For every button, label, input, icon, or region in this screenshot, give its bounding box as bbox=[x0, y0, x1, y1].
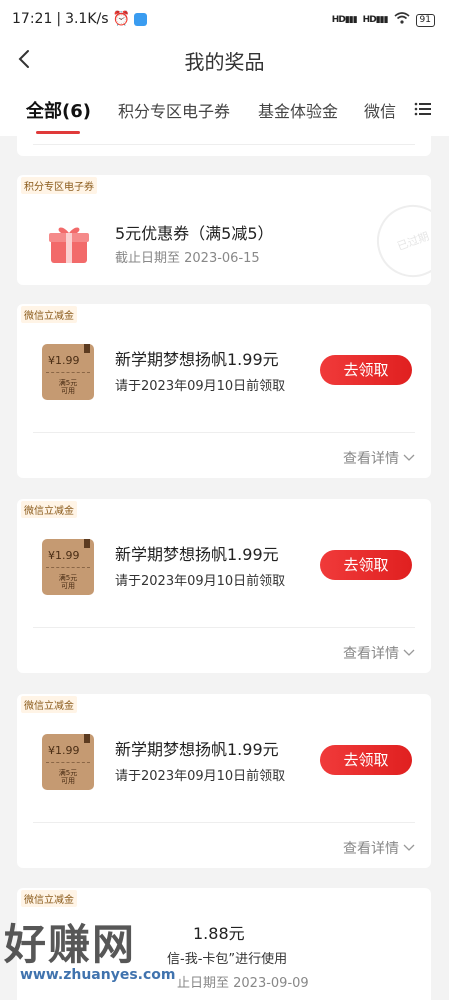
prize-card: 微信立减金 ¥1.99 满5元 可用 新学期梦想扬帆1.99元 请于2023年0… bbox=[17, 304, 431, 478]
signal-icon-2: HD▮▮▮ bbox=[362, 15, 389, 25]
app-notification-icon bbox=[133, 12, 147, 26]
gift-icon bbox=[47, 221, 91, 269]
coupon-amount: ¥1.99 bbox=[48, 354, 80, 367]
coupon-thumbnail: ¥1.99 满5元 可用 bbox=[42, 734, 94, 790]
alarm-icon: ⏰ bbox=[112, 11, 130, 27]
status-left: 17:21 | 3.1K/s ⏰ bbox=[12, 11, 147, 27]
prize-title: 5元优惠券（满5减5） bbox=[115, 224, 274, 243]
expired-stamp: 已过期 bbox=[366, 194, 431, 285]
view-details-link[interactable]: 查看详情 bbox=[343, 838, 415, 858]
status-bar: 17:21 | 3.1K/s ⏰ HD▮▮▮ HD▮▮▮ 91 bbox=[0, 0, 449, 40]
chevron-down-icon bbox=[403, 450, 415, 466]
prize-card: 微信立减金 ¥1.99 满5元 可用 新学期梦想扬帆1.99元 请于2023年0… bbox=[17, 499, 431, 673]
prize-title: 新学期梦想扬帆1.99元 bbox=[115, 545, 279, 564]
view-details-link[interactable]: 查看详情 bbox=[343, 643, 415, 663]
tab-points-coupons[interactable]: 积分专区电子券 bbox=[118, 98, 230, 122]
coupon-thumbnail: ¥1.99 满5元 可用 bbox=[42, 539, 94, 595]
tab-all[interactable]: 全部(6) bbox=[26, 97, 91, 123]
prize-deadline: 请于2023年09月10日前领取 bbox=[115, 769, 286, 784]
prize-deadline: 请于2023年09月10日前领取 bbox=[115, 574, 286, 589]
coupon-amount: ¥1.99 bbox=[48, 744, 80, 757]
prize-card-partial bbox=[17, 136, 431, 156]
category-label: 微信立减金 bbox=[21, 306, 77, 323]
wifi-icon bbox=[394, 12, 410, 28]
menu-icon[interactable] bbox=[414, 100, 432, 118]
claim-button[interactable]: 去领取 bbox=[320, 745, 412, 775]
category-label: 微信立减金 bbox=[21, 890, 77, 907]
prize-title: 新学期梦想扬帆1.99元 bbox=[115, 350, 279, 369]
view-details-link[interactable]: 查看详情 bbox=[343, 448, 415, 468]
prize-card[interactable]: 积分专区电子券 5元优惠券（满5减5） 截止日期至 2023-06-15 已过期 bbox=[17, 175, 431, 285]
prize-title: 1.88元 bbox=[193, 924, 245, 943]
prize-title: 新学期梦想扬帆1.99元 bbox=[115, 740, 279, 759]
prize-deadline: 请于2023年09月10日前领取 bbox=[115, 379, 286, 394]
claim-button[interactable]: 去领取 bbox=[320, 550, 412, 580]
chevron-down-icon bbox=[403, 840, 415, 856]
tab-underline bbox=[36, 131, 80, 134]
tab-wechat[interactable]: 微信 bbox=[364, 98, 396, 122]
prize-deadline: 止日期至 2023-09-09 bbox=[177, 976, 309, 991]
prize-deadline: 截止日期至 2023-06-15 bbox=[115, 251, 260, 266]
coupon-amount: ¥1.99 bbox=[48, 549, 80, 562]
header: 我的奖品 bbox=[0, 40, 449, 82]
battery-icon: 91 bbox=[415, 13, 435, 27]
claim-button[interactable]: 去领取 bbox=[320, 355, 412, 385]
signal-icon: HD▮▮▮ bbox=[331, 15, 358, 25]
chevron-down-icon bbox=[403, 645, 415, 661]
category-label: 微信立减金 bbox=[21, 696, 77, 713]
prize-usage-hint: 信-我-卡包”进行使用 bbox=[167, 952, 288, 967]
coupon-condition: 满5元 可用 bbox=[58, 379, 78, 395]
clock: 17:21 bbox=[12, 11, 53, 27]
category-label: 积分专区电子券 bbox=[21, 177, 97, 194]
prize-card: 微信立减金 1.88元 信-我-卡包”进行使用 止日期至 2023-09-09 bbox=[17, 888, 431, 1000]
network-speed: 3.1K/s bbox=[65, 11, 109, 27]
coupon-thumbnail: ¥1.99 满5元 可用 bbox=[42, 344, 94, 400]
coupon-condition: 满5元 可用 bbox=[58, 769, 78, 785]
page-title: 我的奖品 bbox=[184, 50, 265, 74]
category-label: 微信立减金 bbox=[21, 501, 77, 518]
tab-fund-trial[interactable]: 基金体验金 bbox=[258, 98, 338, 122]
prize-card: 微信立减金 ¥1.99 满5元 可用 新学期梦想扬帆1.99元 请于2023年0… bbox=[17, 694, 431, 868]
coupon-condition: 满5元 可用 bbox=[58, 574, 78, 590]
tab-bar: 全部(6) 积分专区电子券 基金体验金 微信 bbox=[0, 82, 449, 136]
status-right: HD▮▮▮ HD▮▮▮ 91 bbox=[332, 12, 435, 28]
